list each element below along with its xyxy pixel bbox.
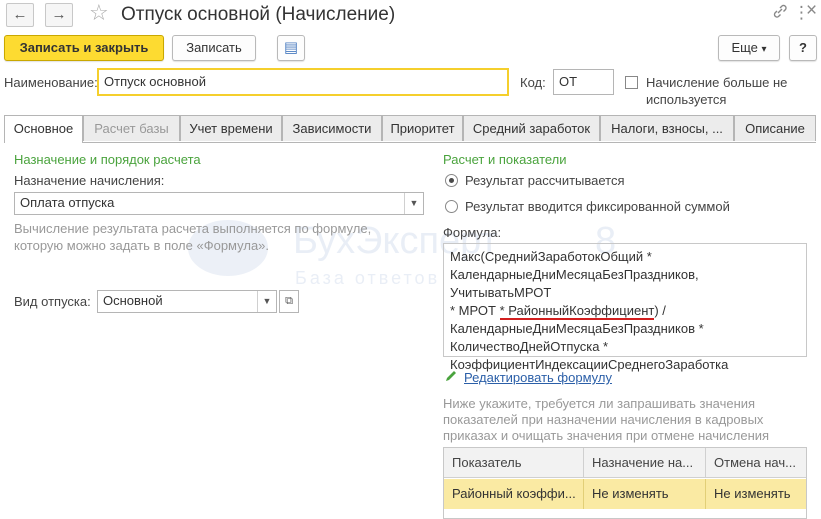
- save-button[interactable]: Записать: [172, 35, 256, 61]
- tab-average-earnings[interactable]: Средний заработок: [463, 115, 600, 141]
- indicators-hint-line2: показателей при назначении начисления в …: [443, 412, 764, 427]
- radio-calculated[interactable]: [445, 174, 458, 187]
- pencil-icon[interactable]: [444, 369, 458, 386]
- tab-time-accounting[interactable]: Учет времени: [180, 115, 282, 141]
- chevron-down-icon: ▾: [761, 44, 767, 55]
- purpose-select[interactable]: Оплата отпуска ▼: [14, 192, 424, 215]
- indicators-hint-line1: Ниже укажите, требуется ли запрашивать з…: [443, 396, 756, 411]
- purpose-label: Назначение начисления:: [14, 173, 165, 188]
- radio-fixed-label[interactable]: Результат вводится фиксированной суммой: [465, 199, 730, 214]
- vacation-type-label: Вид отпуска:: [14, 294, 91, 309]
- close-icon[interactable]: ×: [806, 0, 817, 22]
- indicators-table[interactable]: Показатель Назначение на... Отмена нач..…: [443, 447, 807, 519]
- purpose-hint-line2: которую можно задать в поле «Формула».: [14, 238, 270, 253]
- save-and-close-button[interactable]: Записать и закрыть: [4, 35, 164, 61]
- chevron-down-icon[interactable]: ▼: [257, 291, 276, 312]
- formula-line: КоличествоДнейОтпуска *: [450, 339, 609, 354]
- column-header-indicator[interactable]: Показатель: [444, 448, 584, 478]
- section-title-calculation: Расчет и показатели: [443, 152, 567, 167]
- tab-description[interactable]: Описание: [734, 115, 816, 141]
- code-field[interactable]: ОТ: [553, 69, 614, 95]
- chevron-down-icon[interactable]: ▼: [404, 193, 423, 214]
- unused-label-line1: Начисление больше не: [646, 75, 788, 90]
- document-icon[interactable]: ▤: [277, 35, 305, 61]
- tab-base-calc[interactable]: Расчет базы: [83, 115, 180, 141]
- more-label: Еще: [731, 40, 758, 55]
- formula-line: * МРОТ * РайонныйКоэффициент) /: [450, 302, 800, 320]
- table-cell-indicator[interactable]: Районный коэффи...: [444, 479, 584, 509]
- open-icon[interactable]: ⧉: [279, 290, 299, 313]
- formula-text: ) /: [654, 303, 666, 318]
- tab-priority[interactable]: Приоритет: [382, 115, 463, 141]
- formula-field[interactable]: Макс(СреднийЗаработокОбщий * Календарные…: [443, 243, 807, 372]
- radio-calculated-label[interactable]: Результат рассчитывается: [465, 173, 625, 188]
- column-header-cancel[interactable]: Отмена нач...: [706, 448, 806, 478]
- tab-taxes[interactable]: Налоги, взносы, ...: [600, 115, 734, 141]
- edit-formula-link[interactable]: Редактировать формулу: [464, 370, 612, 385]
- formula-line: КалендарныеДниМесяцаБезПраздников *: [450, 321, 704, 336]
- page-title: Отпуск основной (Начисление): [121, 4, 396, 25]
- more-button[interactable]: Еще ▾: [718, 35, 780, 61]
- back-button[interactable]: ←: [6, 3, 34, 27]
- formula-label: Формула:: [443, 225, 502, 240]
- tab-dependencies[interactable]: Зависимости: [282, 115, 382, 141]
- link-icon[interactable]: [772, 3, 788, 24]
- name-field[interactable]: Отпуск основной: [97, 68, 509, 96]
- section-title-purpose: Назначение и порядок расчета: [14, 152, 201, 167]
- formula-text: * МРОТ: [450, 303, 496, 318]
- code-label: Код:: [520, 75, 546, 90]
- purpose-value: Оплата отпуска: [20, 195, 115, 210]
- unused-label-line2: используется: [646, 92, 727, 107]
- forward-button[interactable]: →: [45, 3, 73, 27]
- highlighted-coefficient: * РайонныйКоэффициент: [499, 303, 655, 320]
- formula-line: КалендарныеДниМесяцаБезПраздников, Учиты…: [450, 267, 699, 300]
- tab-bar: Основное Расчет базы Учет времени Зависи…: [4, 115, 816, 143]
- unused-checkbox[interactable]: [625, 76, 638, 89]
- table-cell-cancel[interactable]: Не изменять: [706, 479, 806, 509]
- favorite-star-icon[interactable]: ☆: [89, 0, 109, 26]
- vacation-type-value: Основной: [103, 293, 163, 308]
- table-cell-assignment[interactable]: Не изменять: [584, 479, 706, 509]
- formula-line: Макс(СреднийЗаработокОбщий *: [450, 249, 652, 264]
- vacation-type-select[interactable]: Основной ▼: [97, 290, 277, 313]
- radio-fixed[interactable]: [445, 200, 458, 213]
- purpose-hint-line1: Вычисление результата расчета выполняетс…: [14, 221, 372, 236]
- indicators-hint-line3: приказах и очищать значения при отмене н…: [443, 428, 770, 443]
- column-header-assignment[interactable]: Назначение на...: [584, 448, 706, 478]
- help-button[interactable]: ?: [789, 35, 817, 61]
- tab-main[interactable]: Основное: [4, 115, 83, 143]
- name-label: Наименование:: [4, 75, 98, 90]
- watermark-sub: База ответов: [295, 268, 441, 288]
